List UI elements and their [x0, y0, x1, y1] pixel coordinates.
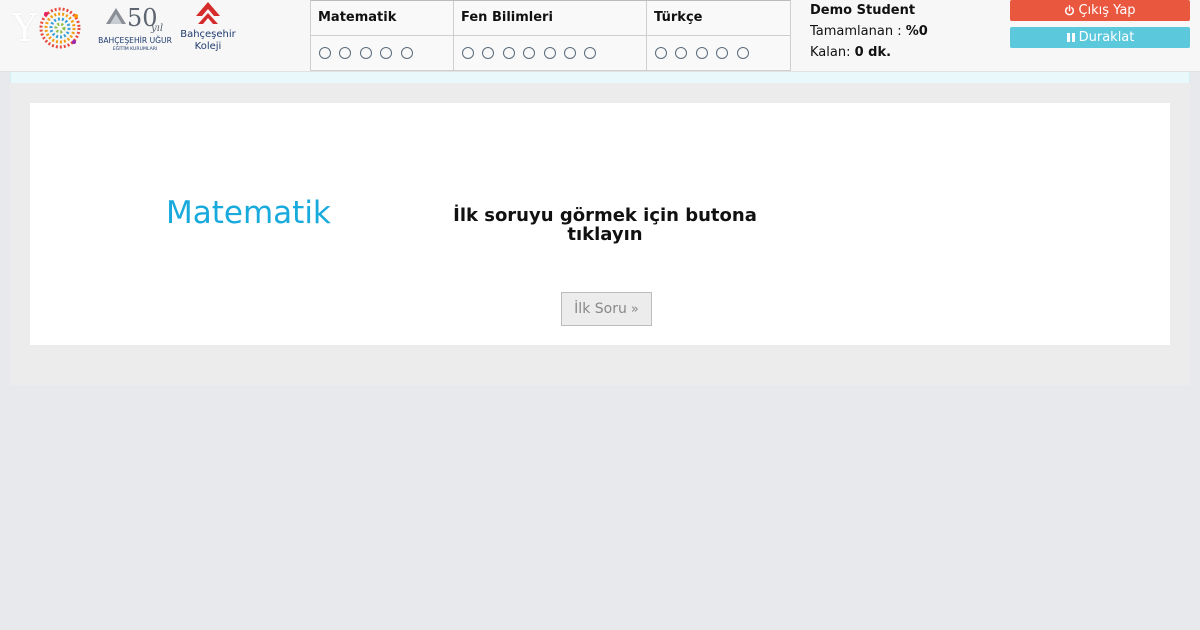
logo-ugur-line1: BAHÇEŞEHİR UĞUR	[98, 36, 172, 45]
question-circle[interactable]	[462, 47, 474, 59]
question-circle[interactable]	[563, 47, 576, 59]
question-dots	[454, 36, 646, 70]
remaining-value: 0 dk.	[854, 45, 892, 60]
power-icon	[1065, 5, 1075, 16]
logo-koleji-line2: Koleji	[195, 41, 222, 52]
question-circle[interactable]	[319, 47, 331, 59]
question-circle[interactable]	[523, 47, 536, 59]
completed-label: Tamamlanan :	[810, 24, 902, 39]
subject-header: Matematik	[311, 1, 453, 36]
logo-group: Y 50 yıl BAHÇEŞEHİR UĞUR EĞİTİM KURUMLAR…	[0, 0, 300, 72]
question-circle[interactable]	[359, 47, 372, 59]
question-circle[interactable]	[339, 47, 352, 59]
bahcesehir-koleji-logo: Bahçeşehir Koleji	[178, 0, 238, 52]
main-area: Matematik İlk soruyu görmek için butona …	[10, 83, 1190, 385]
subjects-table: Matematik Fen Bilimleri Türkçe	[310, 0, 791, 71]
double-chevron-right-icon: »	[630, 301, 639, 317]
question-circle[interactable]	[502, 47, 515, 59]
question-circle[interactable]	[695, 47, 708, 59]
top-bar: Y 50 yıl BAHÇEŞEHİR UĞUR EĞİTİM KURUMLAR…	[0, 0, 1200, 72]
completed-value: %0	[905, 24, 928, 39]
first-question-button-label: İlk Soru	[574, 301, 627, 317]
student-name: Demo Student	[810, 3, 916, 18]
question-circle[interactable]	[482, 47, 495, 59]
start-prompt: İlk soruyu görmek için butona tıklayın	[453, 205, 757, 245]
subject-header: Fen Bilimleri	[454, 1, 646, 36]
spiral-logo: Y	[8, 4, 88, 52]
exit-button-label: Çıkış Yap	[1078, 3, 1136, 18]
question-circle[interactable]	[655, 47, 667, 59]
question-circle[interactable]	[675, 47, 688, 59]
first-question-button[interactable]: İlk Soru »	[561, 292, 652, 326]
completed-status: Tamamlanan : %0	[810, 24, 928, 45]
subject-col-matematik: Matematik	[311, 1, 454, 70]
current-subject-title: Matematik	[166, 195, 331, 231]
logo-ugur-line2: EĞİTİM KURUMLARI	[113, 45, 158, 52]
question-card: Matematik İlk soruyu görmek için butona …	[30, 103, 1170, 345]
question-dots	[647, 36, 790, 70]
question-circle[interactable]	[584, 47, 597, 59]
pause-icon	[1066, 33, 1075, 42]
exit-button[interactable]: Çıkış Yap	[1010, 0, 1190, 21]
question-circle[interactable]	[380, 47, 393, 59]
question-circle[interactable]	[736, 47, 749, 59]
info-strip	[10, 72, 1190, 83]
subject-col-turkce: Türkçe	[647, 1, 790, 70]
question-dots	[311, 36, 453, 70]
subject-header: Türkçe	[647, 1, 790, 36]
bahcesehir-ugur-50-yil-logo: 50 yıl BAHÇEŞEHİR UĞUR EĞİTİM KURUMLARI	[96, 2, 174, 52]
logo-yil-text: yıl	[150, 23, 163, 34]
pause-button-label: Duraklat	[1078, 30, 1135, 45]
subject-col-fen-bilimleri: Fen Bilimleri	[454, 1, 647, 70]
question-circle[interactable]	[716, 47, 729, 59]
remaining-label: Kalan:	[810, 45, 851, 60]
question-circle[interactable]	[400, 47, 413, 59]
question-circle[interactable]	[543, 47, 556, 59]
pause-button[interactable]: Duraklat	[1010, 27, 1190, 48]
remaining-status: Kalan: 0 dk.	[810, 45, 928, 66]
student-info: Demo Student Tamamlanan : %0 Kalan: 0 dk…	[810, 3, 928, 66]
logo-koleji-line1: Bahçeşehir	[180, 29, 236, 40]
